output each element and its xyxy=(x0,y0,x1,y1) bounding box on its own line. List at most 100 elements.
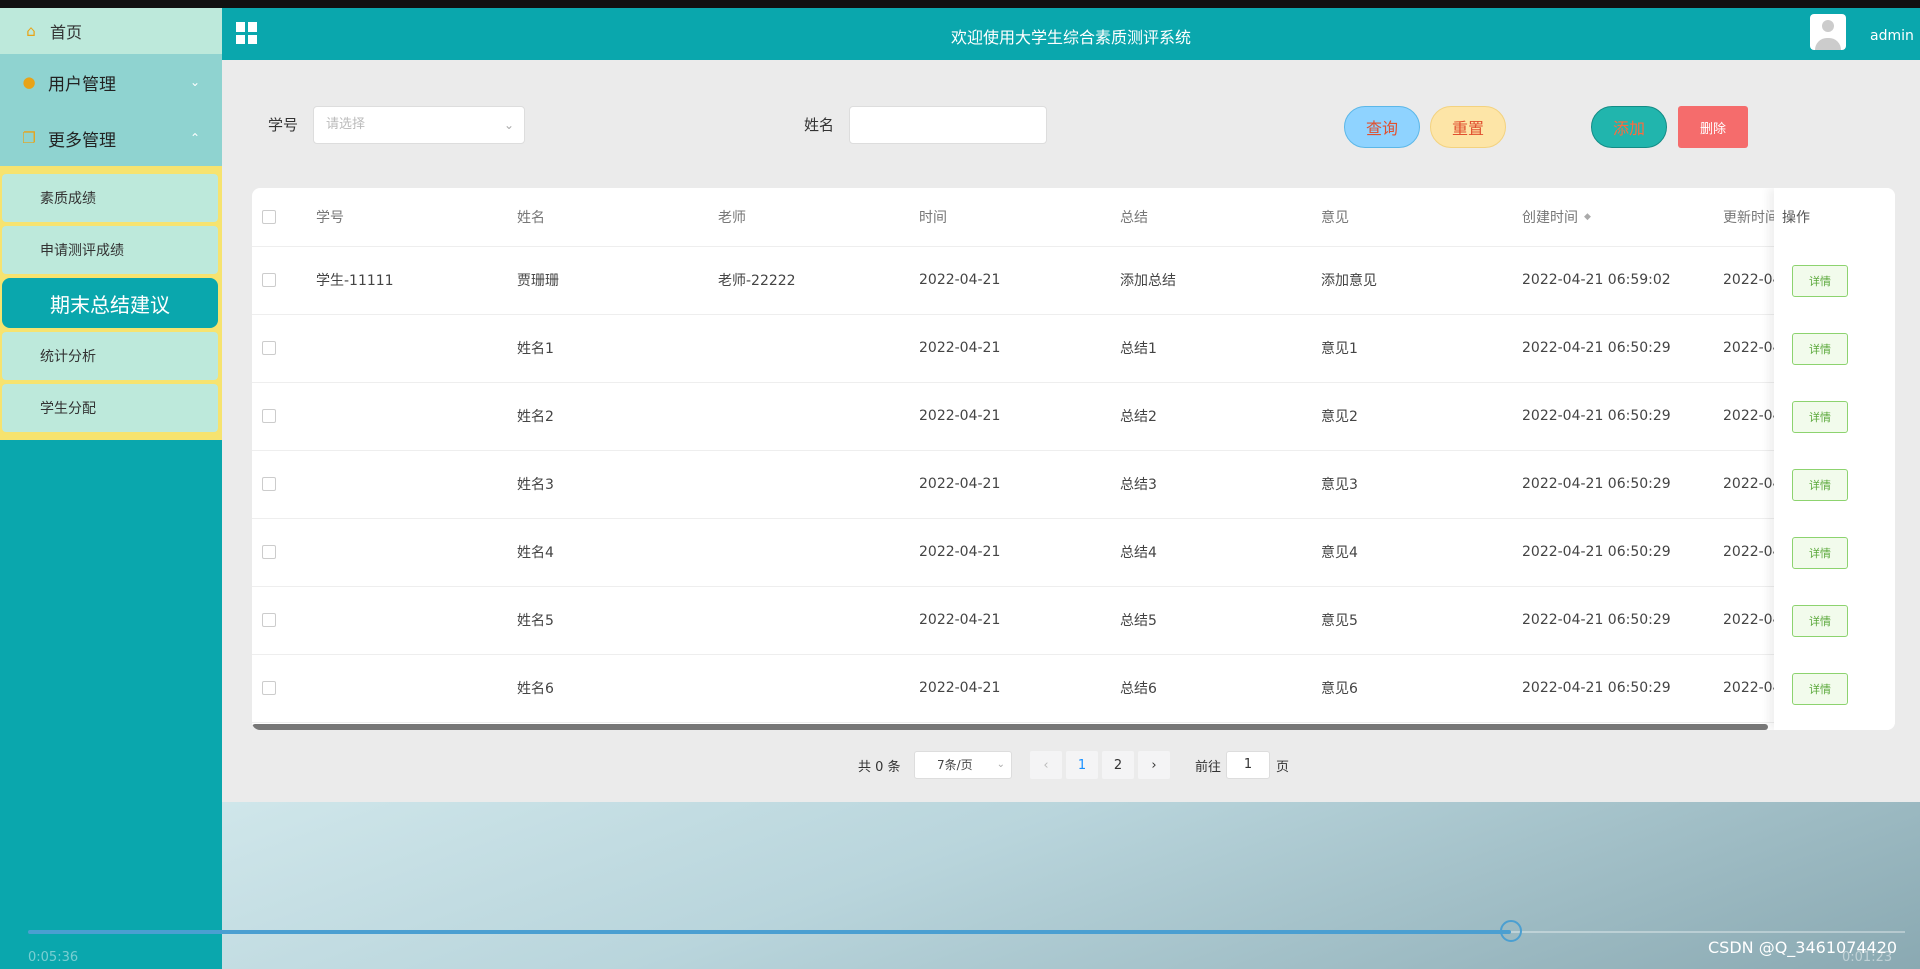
table-cell-opinion: 意见4 xyxy=(1321,545,1358,561)
sort-icon[interactable]: ◆ xyxy=(1584,212,1591,222)
video-progress-remaining[interactable] xyxy=(1511,931,1905,933)
select-all-checkbox[interactable] xyxy=(262,210,276,224)
table-header: 学号 姓名 老师 时间 总结 意见 创建时间 ◆ 更新时间 xyxy=(252,188,1895,247)
column-header[interactable]: 姓名 xyxy=(517,188,545,246)
video-progress-knob[interactable] xyxy=(1500,920,1522,942)
table-cell-date: 2022-04-21 xyxy=(919,340,1001,356)
sidebar-group-more-management[interactable]: ❐ 更多管理 ⌃ xyxy=(0,110,222,166)
table-cell-summary: 添加总结 xyxy=(1120,273,1176,289)
chevron-down-icon: ⌄ xyxy=(996,759,1005,770)
table-cell-opinion: 意见6 xyxy=(1321,681,1358,697)
page-size-value: 7条/页 xyxy=(937,758,973,772)
sidebar-item-student-assignment[interactable]: 学生分配 xyxy=(2,384,218,432)
table-row: 姓名1 2022-04-21 总结1 意见1 2022-04-21 06:50:29 20… xyxy=(252,314,1895,383)
table-cell-updated: 2022-04 xyxy=(1723,612,1782,628)
row-checkbox[interactable] xyxy=(262,341,276,355)
sidebar-item-label: 期末总结建议 xyxy=(50,292,170,317)
row-checkbox[interactable] xyxy=(262,409,276,423)
sidebar-item-label: 素质成绩 xyxy=(40,191,96,207)
table-cell-updated: 2022-04 xyxy=(1723,272,1782,288)
table-cell-summary: 总结3 xyxy=(1120,477,1157,493)
column-header[interactable]: 学号 xyxy=(316,188,344,246)
sidebar-item-final-summary[interactable]: 期末总结建议 xyxy=(2,278,218,328)
page-size-select[interactable]: 7条/页 ⌄ xyxy=(914,751,1012,779)
row-checkbox[interactable] xyxy=(262,477,276,491)
table-cell-id: 学生-11111 xyxy=(316,273,394,289)
column-header[interactable]: 时间 xyxy=(919,188,947,246)
table-cell-summary: 总结4 xyxy=(1120,545,1157,561)
query-button[interactable]: 查询 xyxy=(1344,106,1420,148)
delete-button[interactable]: 删除 xyxy=(1678,106,1748,148)
add-button[interactable]: 添加 xyxy=(1591,106,1667,148)
detail-button[interactable]: 详情 xyxy=(1792,469,1848,501)
home-icon: ⌂ xyxy=(26,22,36,40)
username[interactable]: admin xyxy=(1870,28,1914,44)
prev-page-button[interactable]: ‹ xyxy=(1030,751,1062,779)
page-number-button[interactable]: 1 xyxy=(1066,751,1098,779)
detail-button[interactable]: 详情 xyxy=(1792,673,1848,705)
detail-button[interactable]: 详情 xyxy=(1792,605,1848,637)
goto-page-input[interactable]: 1 xyxy=(1226,751,1270,779)
row-checkbox[interactable] xyxy=(262,273,276,287)
table-cell-date: 2022-04-21 xyxy=(919,612,1001,628)
column-header[interactable]: 总结 xyxy=(1120,188,1148,246)
horizontal-scrollbar[interactable] xyxy=(252,724,1768,730)
page-number-button[interactable]: 2 xyxy=(1102,751,1134,779)
table-row: 姓名4 2022-04-21 总结4 意见4 2022-04-21 06:50:29 20… xyxy=(252,518,1895,587)
sidebar-item-home[interactable]: ⌂ 首页 xyxy=(0,8,222,54)
student-id-select[interactable]: 请选择 ⌄ xyxy=(313,106,525,144)
table-cell-updated: 2022-04 xyxy=(1723,680,1782,696)
goto-label: 前往 xyxy=(1195,759,1222,775)
data-table: 学号 姓名 老师 时间 总结 意见 创建时间 ◆ 更新时间 学生-11111 贾珊… xyxy=(252,188,1895,730)
table-cell-updated: 2022-04 xyxy=(1723,476,1782,492)
table-cell-opinion: 添加意见 xyxy=(1321,273,1377,289)
row-checkbox[interactable] xyxy=(262,545,276,559)
column-header: 操作 xyxy=(1782,210,1810,226)
column-header[interactable]: 意见 xyxy=(1321,188,1349,246)
table-cell-opinion: 意见5 xyxy=(1321,613,1358,629)
table-cell-name: 姓名6 xyxy=(517,681,554,697)
sidebar-item-quality-score[interactable]: 素质成绩 xyxy=(2,174,218,222)
sidebar-submenu: 素质成绩 申请测评成绩 期末总结建议 统计分析 学生分配 xyxy=(0,166,222,440)
table-cell-created: 2022-04-21 06:50:29 xyxy=(1522,544,1671,560)
name-input[interactable] xyxy=(849,106,1047,144)
sidebar-item-label: 统计分析 xyxy=(40,349,96,365)
table-cell-updated: 2022-04 xyxy=(1723,340,1782,356)
chevron-down-icon: ⌄ xyxy=(503,118,514,132)
reset-button[interactable]: 重置 xyxy=(1430,106,1506,148)
desktop-background xyxy=(222,802,1920,969)
next-page-button[interactable]: › xyxy=(1138,751,1170,779)
table-cell-name: 姓名1 xyxy=(517,341,554,357)
page-suffix: 页 xyxy=(1276,759,1290,775)
detail-button[interactable]: 详情 xyxy=(1792,537,1848,569)
table-cell-summary: 总结2 xyxy=(1120,409,1157,425)
table-cell-created: 2022-04-21 06:50:29 xyxy=(1522,340,1671,356)
video-progress-played[interactable] xyxy=(28,930,1511,934)
sidebar-group-user-management[interactable]: ● 用户管理 ⌄ xyxy=(0,54,222,110)
detail-button[interactable]: 详情 xyxy=(1792,333,1848,365)
table-cell-date: 2022-04-21 xyxy=(919,544,1001,560)
column-header-label: 创建时间 xyxy=(1522,210,1578,226)
table-cell-date: 2022-04-21 xyxy=(919,408,1001,424)
row-checkbox[interactable] xyxy=(262,613,276,627)
table-cell-opinion: 意见3 xyxy=(1321,477,1358,493)
column-header-sortable[interactable]: 创建时间 ◆ xyxy=(1522,188,1591,246)
sidebar-item-statistics[interactable]: 统计分析 xyxy=(2,332,218,380)
watermark: CSDN @Q_3461074420 xyxy=(1708,938,1898,957)
avatar[interactable] xyxy=(1810,14,1846,50)
column-header[interactable]: 老师 xyxy=(718,188,746,246)
table-cell-name: 姓名3 xyxy=(517,477,554,493)
sidebar-item-apply-evaluation[interactable]: 申请测评成绩 xyxy=(2,226,218,274)
detail-button[interactable]: 详情 xyxy=(1792,401,1848,433)
table-cell-updated: 2022-04 xyxy=(1723,408,1782,424)
table-cell-created: 2022-04-21 06:59:02 xyxy=(1522,272,1671,288)
table-cell-summary: 总结1 xyxy=(1120,341,1157,357)
chevron-up-icon: ⌃ xyxy=(189,131,200,145)
select-placeholder: 请选择 xyxy=(326,117,366,132)
row-checkbox[interactable] xyxy=(262,681,276,695)
sidebar-group-label: 更多管理 xyxy=(48,130,116,151)
column-header[interactable]: 更新时间 xyxy=(1723,188,1779,246)
detail-button[interactable]: 详情 xyxy=(1792,265,1848,297)
sidebar-group-label: 用户管理 xyxy=(48,74,116,95)
table-cell-name: 姓名5 xyxy=(517,613,554,629)
